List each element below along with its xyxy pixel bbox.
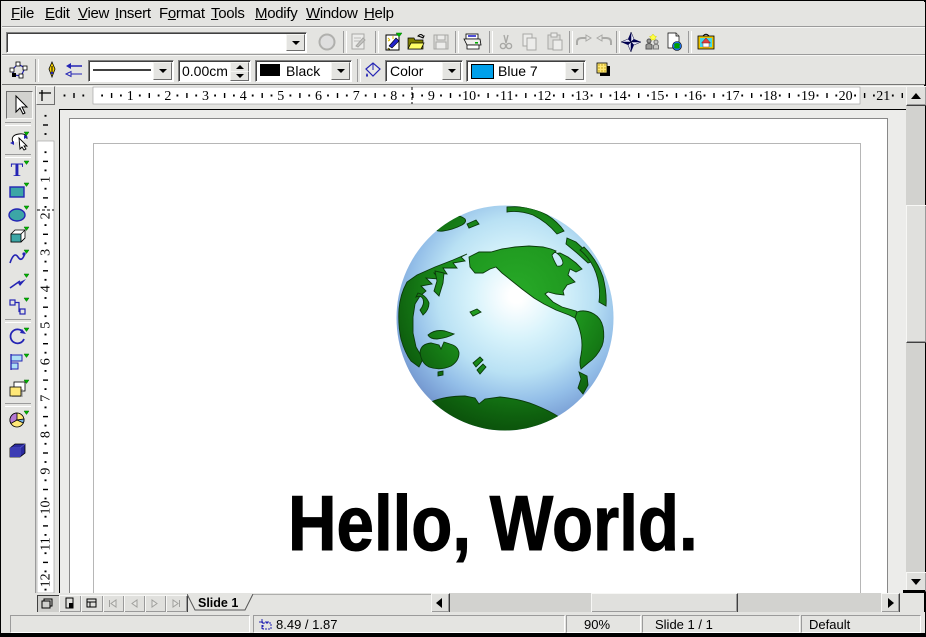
svg-text:1: 1 [127,89,134,104]
svg-text:17: 17 [726,89,740,104]
svg-text:12: 12 [39,573,54,587]
svg-text:10: 10 [462,89,476,104]
svg-text:4: 4 [39,285,54,292]
svg-text:18: 18 [763,89,777,104]
svg-text:14: 14 [613,89,627,104]
svg-text:5: 5 [39,322,54,329]
svg-text:10: 10 [39,501,54,515]
svg-text:2: 2 [164,89,171,104]
svg-text:3: 3 [39,249,54,256]
svg-text:6: 6 [315,89,322,104]
svg-text:9: 9 [39,468,54,475]
svg-text:11: 11 [500,89,513,104]
svg-text:11: 11 [39,537,54,550]
svg-text:7: 7 [353,89,360,104]
svg-text:3: 3 [202,89,209,104]
svg-text:8: 8 [39,431,54,438]
svg-text:20: 20 [839,89,853,104]
svg-text:16: 16 [688,89,702,104]
svg-text:12: 12 [537,89,551,104]
svg-text:21: 21 [876,89,890,104]
svg-text:Slide 1: Slide 1 [198,596,238,610]
svg-text:8: 8 [390,89,397,104]
svg-text:2: 2 [39,212,54,219]
svg-text:19: 19 [801,89,815,104]
svg-text:15: 15 [650,89,664,104]
svg-text:4: 4 [240,89,247,104]
svg-text:9: 9 [428,89,435,104]
svg-text:6: 6 [39,358,54,365]
svg-text:T: T [11,160,24,180]
svg-text:1: 1 [39,176,54,183]
svg-text:7: 7 [39,395,54,402]
svg-text:5: 5 [277,89,284,104]
svg-text:13: 13 [575,89,589,104]
